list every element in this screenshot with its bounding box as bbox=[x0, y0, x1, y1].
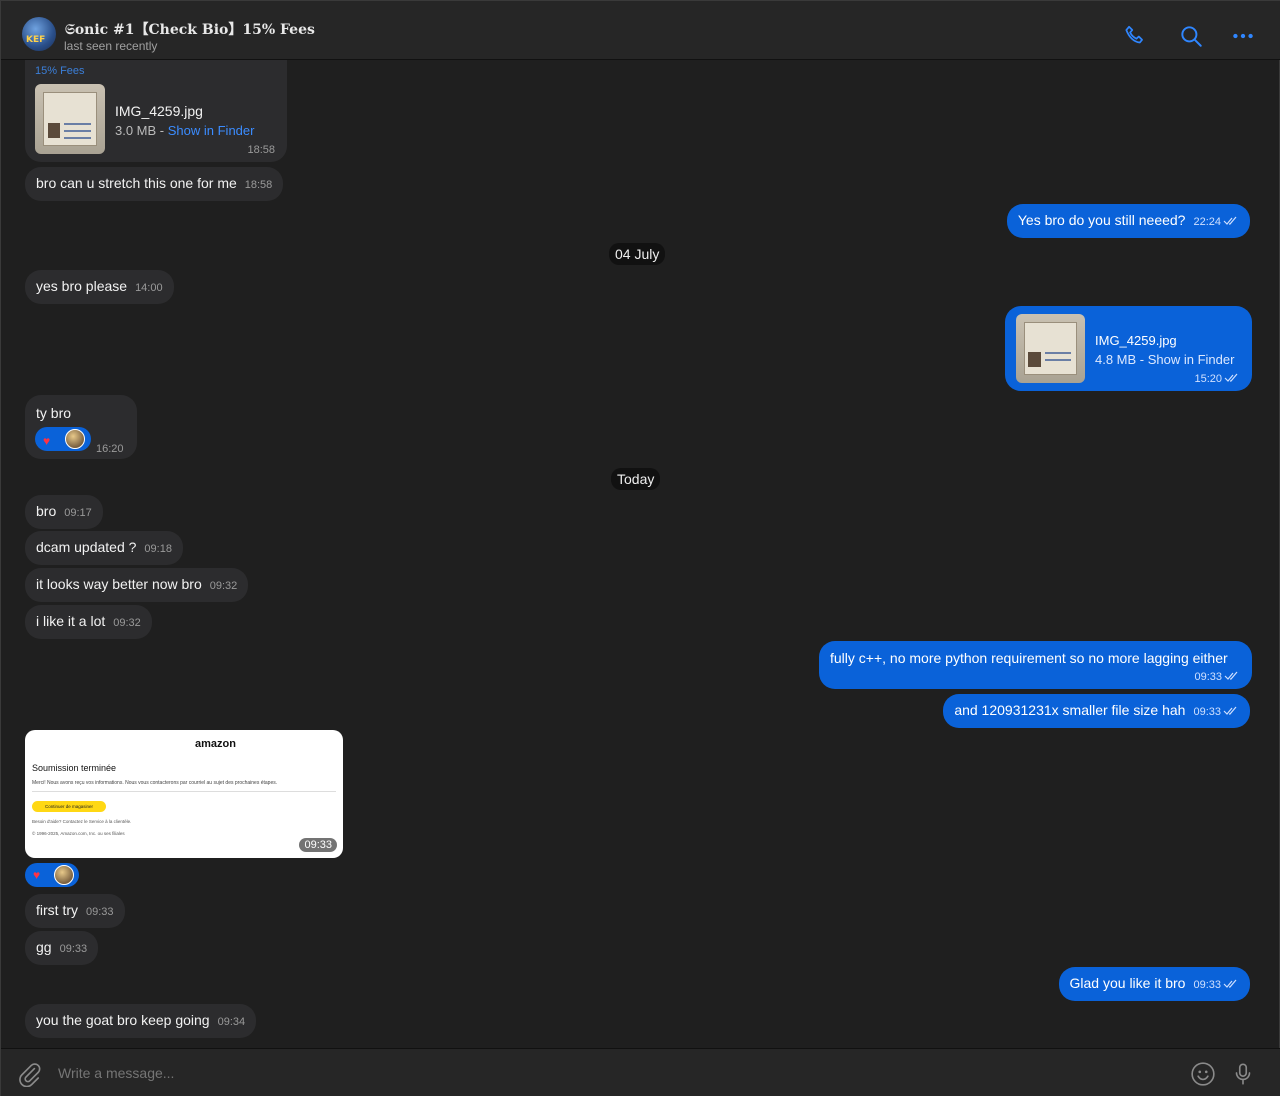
file-thumbnail[interactable] bbox=[1016, 314, 1085, 383]
emoji-icon[interactable] bbox=[1190, 1061, 1216, 1087]
message-time: 09:33 bbox=[1193, 979, 1221, 991]
show-in-finder-link[interactable]: Show in Finder bbox=[168, 123, 255, 138]
search-icon[interactable] bbox=[1178, 23, 1204, 49]
double-check-icon bbox=[1223, 706, 1237, 715]
message-incoming[interactable]: first try 09:33 bbox=[25, 894, 125, 928]
message-outgoing[interactable]: Yes bro do you still neeed? 22:24 bbox=[1006, 204, 1250, 238]
paperclip-icon[interactable] bbox=[16, 1061, 42, 1088]
message-time: 09:17 bbox=[64, 507, 92, 519]
file-name: IMG_4259.jpg bbox=[115, 103, 203, 119]
date-separator: Today bbox=[611, 468, 661, 490]
message-time: 09:32 bbox=[209, 580, 238, 592]
message-text: bro bbox=[36, 503, 57, 519]
double-check-icon bbox=[1224, 373, 1238, 382]
message-incoming[interactable]: yes bro please 14:00 bbox=[25, 270, 174, 304]
message-time: 14:00 bbox=[135, 282, 163, 294]
avatar-badge: KEF bbox=[26, 35, 46, 45]
message-incoming[interactable]: dcam updated ? 09:18 bbox=[25, 531, 183, 565]
message-text: it looks way better now bro bbox=[36, 576, 202, 592]
message-text: ty bro bbox=[36, 405, 72, 421]
message-time: 09:34 bbox=[217, 1016, 246, 1028]
image-button: Continuer de magasiner bbox=[32, 801, 106, 812]
composer bbox=[1, 1048, 1280, 1096]
message-text: Glad you like it bro bbox=[1069, 975, 1186, 991]
more-dots-icon[interactable] bbox=[1230, 23, 1256, 49]
message-incoming[interactable]: bro 09:17 bbox=[25, 495, 103, 529]
message-text: first try bbox=[36, 902, 78, 918]
message-time: 22:24 bbox=[1193, 216, 1221, 228]
message-incoming[interactable]: bro can u stretch this one for me 18:58 bbox=[25, 167, 284, 201]
image-copyright: © 1996-2025, Amazon.com, Inc. ou ses fil… bbox=[32, 831, 125, 836]
file-message-outgoing[interactable]: IMG_4259.jpg 4.8 MB - Show in Finder 15:… bbox=[1005, 306, 1252, 391]
file-thumbnail[interactable] bbox=[35, 84, 105, 154]
file-name: IMG_4259.jpg bbox=[1095, 333, 1177, 348]
chat-title[interactable]: 𝔖onic #1【Check Bio】15% Fees bbox=[65, 19, 315, 39]
phone-icon[interactable] bbox=[1122, 23, 1148, 49]
double-check-icon bbox=[1224, 671, 1238, 680]
reactor-avatar bbox=[65, 429, 85, 449]
message-incoming[interactable]: you the goat bro keep going 09:34 bbox=[25, 1004, 257, 1038]
message-time: 09:33 bbox=[1193, 706, 1221, 718]
reactor-avatar bbox=[54, 865, 74, 885]
message-time: 18:58 bbox=[244, 179, 273, 191]
message-outgoing[interactable]: and 120931231x smaller file size hah 09:3… bbox=[943, 694, 1250, 728]
image-heading: Soumission terminée bbox=[32, 763, 117, 773]
message-time: 09:33 bbox=[59, 943, 88, 955]
chat-window: KEF 𝔖onic #1【Check Bio】15% Fees last see… bbox=[0, 0, 1280, 1096]
image-help: Besoin d'aide? Contactez le Service à la… bbox=[32, 819, 132, 824]
file-size: 4.8 MB - Show in Finder bbox=[1095, 352, 1235, 367]
message-incoming[interactable]: it looks way better now bro 09:32 bbox=[25, 568, 249, 602]
amazon-logo: amazon bbox=[195, 738, 236, 750]
message-text: Yes bro do you still neeed? bbox=[1017, 212, 1186, 228]
file-size: 3.0 MB - bbox=[115, 123, 168, 138]
double-check-icon bbox=[1223, 216, 1237, 225]
message-time: 18:58 bbox=[247, 144, 275, 156]
message-text: you the goat bro keep going bbox=[36, 1012, 210, 1028]
chat-status: last seen recently bbox=[64, 39, 158, 53]
date-separator: 04 July bbox=[609, 243, 666, 265]
forwarded-caption: 15% Fees bbox=[35, 65, 85, 77]
message-incoming[interactable]: ty bro ♥ 16:20 bbox=[25, 395, 137, 459]
heart-icon: ♥ bbox=[33, 868, 41, 882]
file-message[interactable]: 15% Fees IMG_4259.jpg 3.0 MB - Show in F… bbox=[25, 60, 287, 162]
message-text: dcam updated ? bbox=[36, 539, 137, 555]
message-time: 16:20 bbox=[96, 443, 124, 455]
message-time: 09:33 bbox=[1194, 671, 1222, 683]
message-text: and 120931231x smaller file size hah bbox=[954, 702, 1186, 718]
message-time: 15:20 bbox=[1194, 373, 1222, 385]
heart-icon: ♥ bbox=[43, 434, 51, 448]
microphone-icon[interactable] bbox=[1230, 1061, 1256, 1087]
message-text: gg bbox=[36, 939, 52, 955]
reaction-chip[interactable]: ♥ bbox=[25, 863, 79, 887]
message-outgoing[interactable]: Glad you like it bro 09:33 bbox=[1058, 967, 1250, 1001]
image-paragraph: Merci! Nous avons reçu vos informations.… bbox=[32, 780, 278, 786]
message-input[interactable] bbox=[58, 1065, 1158, 1081]
message-outgoing[interactable]: fully c++, no more python requirement so… bbox=[819, 641, 1252, 689]
message-text: yes bro please bbox=[36, 278, 128, 294]
chat-header: KEF 𝔖onic #1【Check Bio】15% Fees last see… bbox=[1, 1, 1280, 60]
message-time: 09:33 bbox=[86, 906, 114, 918]
message-time: 09:18 bbox=[144, 543, 172, 555]
image-message[interactable]: amazon Soumission terminée Merci! Nous a… bbox=[25, 730, 343, 858]
message-incoming[interactable]: gg 09:33 bbox=[25, 931, 99, 965]
message-time: 09:33 bbox=[299, 838, 337, 852]
reaction-chip[interactable]: ♥ bbox=[35, 427, 91, 451]
message-text: i like it a lot bbox=[36, 613, 106, 629]
message-incoming[interactable]: i like it a lot 09:32 bbox=[25, 605, 152, 639]
double-check-icon bbox=[1223, 979, 1237, 988]
message-text: bro can u stretch this one for me bbox=[36, 175, 237, 191]
message-time: 09:32 bbox=[113, 617, 141, 629]
message-text: fully c++, no more python requirement so… bbox=[830, 650, 1228, 666]
avatar[interactable]: KEF bbox=[22, 17, 56, 51]
